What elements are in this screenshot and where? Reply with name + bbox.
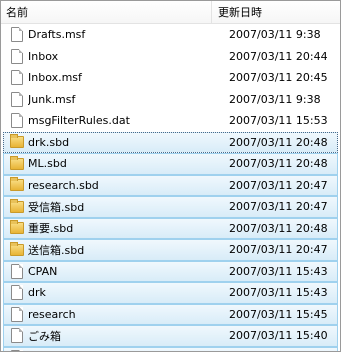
- date-column-header[interactable]: 更新日時: [212, 1, 340, 23]
- file-icon: [11, 263, 23, 279]
- file-row[interactable]: msgFilterRules.dat 2007/03/11 15:53: [3, 110, 338, 132]
- file-row[interactable]: Drafts.msf 2007/03/11 9:38: [3, 24, 338, 46]
- name-column-label: 名前: [6, 6, 28, 19]
- modified-date: 2007/03/11 15:43: [229, 264, 328, 278]
- file-icon: [11, 27, 23, 43]
- folder-icon: [10, 220, 24, 235]
- file-row[interactable]: CPAN 2007/03/11 15:43: [3, 260, 338, 282]
- file-icon: [11, 285, 23, 301]
- file-name: 送信箱.sbd: [28, 243, 85, 257]
- folder-icon: [10, 177, 24, 192]
- modified-date: 2007/03/11 20:48: [229, 221, 328, 235]
- file-name: drk.sbd: [28, 135, 70, 149]
- folder-icon: [10, 155, 24, 170]
- folder-icon: [10, 198, 24, 213]
- file-row[interactable]: Junk.msf 2007/03/11 9:38: [3, 89, 338, 111]
- file-icon: [11, 306, 23, 322]
- file-name: Junk.msf: [28, 92, 76, 106]
- name-column-header[interactable]: 名前: [1, 1, 212, 23]
- file-row[interactable]: 受信箱.sbd 2007/03/11 20:47: [3, 196, 338, 218]
- file-name: research: [28, 307, 76, 321]
- file-row[interactable]: drk.sbd 2007/03/11 20:48: [3, 131, 338, 153]
- file-name: CPAN: [28, 264, 58, 278]
- file-row[interactable]: ヤフオク2007/03/11 15:43: [3, 346, 338, 351]
- file-icon: [11, 91, 23, 107]
- modified-date: 2007/03/11 15:53: [229, 114, 328, 128]
- file-name: Inbox: [28, 49, 59, 63]
- modified-date: 2007/03/11 20:47: [229, 243, 328, 257]
- file-name: msgFilterRules.dat: [28, 114, 130, 128]
- file-row[interactable]: Inbox 2007/03/11 20:44: [3, 46, 338, 68]
- file-row[interactable]: Inbox.msf 2007/03/11 20:45: [3, 67, 338, 89]
- file-row[interactable]: ML.sbd 2007/03/11 20:48: [3, 153, 338, 175]
- file-icon: [11, 328, 23, 344]
- file-name: research.sbd: [28, 178, 99, 192]
- modified-date: 2007/03/11 15:43: [229, 286, 328, 300]
- file-row[interactable]: ごみ箱 2007/03/11 15:40: [3, 325, 338, 347]
- file-row[interactable]: research.sbd 2007/03/11 20:47: [3, 174, 338, 196]
- file-icon: [11, 113, 23, 129]
- modified-date: 2007/03/11 20:48: [229, 135, 328, 149]
- file-row[interactable]: research 2007/03/11 15:45: [3, 303, 338, 325]
- modified-date: 2007/03/11 20:48: [229, 157, 328, 171]
- file-row[interactable]: 送信箱.sbd 2007/03/11 20:47: [3, 239, 338, 261]
- file-name: Inbox.msf: [28, 71, 82, 85]
- modified-date: 2007/03/11 20:47: [229, 178, 328, 192]
- file-name: ごみ箱: [28, 329, 61, 343]
- folder-icon: [10, 241, 24, 256]
- modified-date: 2007/03/11 20:47: [229, 200, 328, 214]
- column-header: 名前 更新日時: [1, 1, 340, 24]
- file-name: 重要.sbd: [28, 222, 74, 236]
- file-row[interactable]: drk 2007/03/11 15:43: [3, 282, 338, 304]
- file-icon: [11, 70, 23, 86]
- file-row[interactable]: 重要.sbd 2007/03/11 20:48: [3, 217, 338, 239]
- modified-date: 2007/03/11 15:40: [229, 329, 328, 343]
- modified-date: 2007/03/11 9:38: [229, 92, 321, 106]
- modified-date: 2007/03/11 15:45: [229, 307, 328, 321]
- file-list-window: 名前 更新日時 Drafts.msf 2007/03/11 9:38 Inbox 20…: [0, 0, 341, 352]
- file-icon: [11, 48, 23, 64]
- file-name: ML.sbd: [28, 157, 67, 171]
- date-column-label: 更新日時: [218, 6, 262, 19]
- file-list: Drafts.msf 2007/03/11 9:38 Inbox 2007/03/11…: [1, 24, 340, 351]
- file-name: drk: [28, 286, 46, 300]
- folder-icon: [10, 134, 24, 149]
- file-name: 受信箱.sbd: [28, 200, 85, 214]
- modified-date: 2007/03/11 9:38: [229, 28, 321, 42]
- modified-date: 2007/03/11 20:45: [229, 71, 328, 85]
- modified-date: 2007/03/11 20:44: [229, 49, 328, 63]
- file-name: Drafts.msf: [28, 28, 86, 42]
